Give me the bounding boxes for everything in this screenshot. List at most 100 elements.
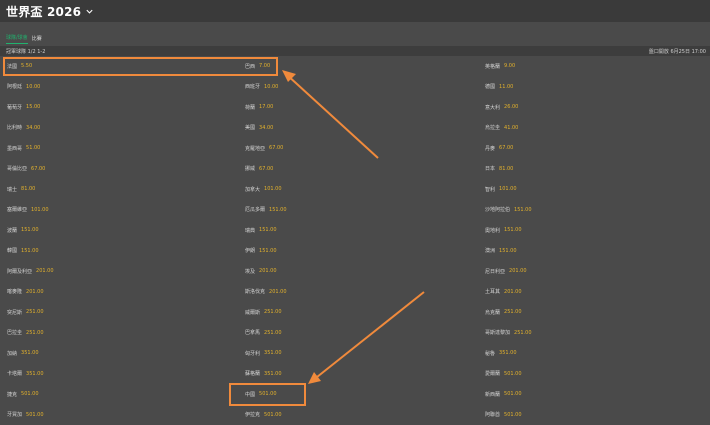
selection-cell[interactable]: 烏克蘭251.00 xyxy=(485,302,522,323)
odds-value[interactable]: 41.00 xyxy=(504,125,518,131)
selection-cell[interactable]: 突尼斯251.00 xyxy=(7,302,44,323)
selection-cell[interactable]: 阿聯酋501.00 xyxy=(485,405,522,425)
odds-value[interactable]: 151.00 xyxy=(514,207,532,213)
odds-value[interactable]: 201.00 xyxy=(509,268,527,274)
odds-value[interactable]: 151.00 xyxy=(499,248,517,254)
odds-value[interactable]: 251.00 xyxy=(26,309,44,315)
selection-cell[interactable]: 土耳其201.00 xyxy=(485,282,522,303)
odds-value[interactable]: 501.00 xyxy=(26,412,44,418)
selection-cell[interactable]: 牙買加501.00 xyxy=(7,405,44,425)
selection-cell[interactable]: 澳洲151.00 xyxy=(485,241,517,262)
selection-cell[interactable]: 卡塔爾351.00 xyxy=(7,364,44,385)
selection-cell[interactable]: 阿爾及利亞201.00 xyxy=(7,261,54,282)
selection-cell[interactable]: 蘇格蘭351.00 xyxy=(245,364,282,385)
selection-cell[interactable]: 德國11.00 xyxy=(485,77,513,98)
odds-value[interactable]: 151.00 xyxy=(21,248,39,254)
odds-value[interactable]: 9.00 xyxy=(504,63,515,69)
odds-value[interactable]: 11.00 xyxy=(499,84,513,90)
odds-value[interactable]: 501.00 xyxy=(504,371,522,377)
odds-value[interactable]: 201.00 xyxy=(259,268,277,274)
selection-cell[interactable]: 瑞典151.00 xyxy=(245,220,277,241)
odds-value[interactable]: 351.00 xyxy=(499,350,517,356)
odds-value[interactable]: 251.00 xyxy=(514,330,532,336)
odds-value[interactable]: 201.00 xyxy=(269,289,287,295)
selection-cell[interactable]: 丹麥67.00 xyxy=(485,138,513,159)
odds-value[interactable]: 501.00 xyxy=(21,391,39,397)
selection-cell[interactable]: 西班牙10.00 xyxy=(245,77,278,98)
selection-cell[interactable]: 比利時34.00 xyxy=(7,118,40,139)
selection-cell[interactable]: 哥斯達黎加251.00 xyxy=(485,323,532,344)
selection-cell[interactable]: 埃及201.00 xyxy=(245,261,277,282)
selection-cell[interactable]: 匈牙利351.00 xyxy=(245,343,282,364)
odds-value[interactable]: 34.00 xyxy=(259,125,273,131)
selection-cell[interactable]: 喀麥隆201.00 xyxy=(7,282,44,303)
odds-value[interactable]: 67.00 xyxy=(259,166,273,172)
odds-value[interactable]: 501.00 xyxy=(504,412,522,418)
tab-teams[interactable]: 球隊/球會 xyxy=(6,34,28,44)
odds-value[interactable]: 51.00 xyxy=(26,145,40,151)
odds-value[interactable]: 351.00 xyxy=(21,350,39,356)
odds-value[interactable]: 151.00 xyxy=(269,207,287,213)
odds-value[interactable]: 201.00 xyxy=(36,268,54,274)
odds-value[interactable]: 351.00 xyxy=(26,371,44,377)
selection-cell[interactable]: 巴拿馬251.00 xyxy=(245,323,282,344)
odds-value[interactable]: 67.00 xyxy=(31,166,45,172)
odds-value[interactable]: 17.00 xyxy=(259,104,273,110)
selection-cell[interactable]: 克羅地亞67.00 xyxy=(245,138,283,159)
selection-cell[interactable]: 智利101.00 xyxy=(485,179,517,200)
selection-cell[interactable]: 新西蘭501.00 xyxy=(485,384,522,405)
selection-cell[interactable]: 荷蘭17.00 xyxy=(245,97,273,118)
selection-cell[interactable]: 巴拉圭251.00 xyxy=(7,323,44,344)
odds-value[interactable]: 15.00 xyxy=(26,104,40,110)
selection-cell[interactable]: 哥倫比亞67.00 xyxy=(7,159,45,180)
selection-cell[interactable]: 塞爾維亞101.00 xyxy=(7,200,49,221)
odds-value[interactable]: 81.00 xyxy=(21,186,35,192)
odds-value[interactable]: 351.00 xyxy=(264,371,282,377)
odds-value[interactable]: 101.00 xyxy=(499,186,517,192)
selection-cell[interactable]: 秘魯351.00 xyxy=(485,343,517,364)
selection-cell[interactable]: 加拿大101.00 xyxy=(245,179,282,200)
odds-value[interactable]: 251.00 xyxy=(26,330,44,336)
odds-value[interactable]: 101.00 xyxy=(31,207,49,213)
selection-cell[interactable]: 加納351.00 xyxy=(7,343,39,364)
selection-cell[interactable]: 日本81.00 xyxy=(485,159,513,180)
odds-value[interactable]: 251.00 xyxy=(264,309,282,315)
selection-cell[interactable]: 意大利26.00 xyxy=(485,97,518,118)
odds-value[interactable]: 251.00 xyxy=(504,309,522,315)
odds-value[interactable]: 81.00 xyxy=(499,166,513,172)
selection-cell[interactable]: 瑞士81.00 xyxy=(7,179,35,200)
odds-value[interactable]: 251.00 xyxy=(264,330,282,336)
odds-value[interactable]: 501.00 xyxy=(504,391,522,397)
odds-value[interactable]: 151.00 xyxy=(504,227,522,233)
selection-cell[interactable]: 烏拉圭41.00 xyxy=(485,118,518,139)
odds-value[interactable]: 101.00 xyxy=(264,186,282,192)
selection-cell[interactable]: 阿根廷10.00 xyxy=(7,77,40,98)
chevron-down-icon[interactable] xyxy=(85,7,94,16)
odds-value[interactable]: 201.00 xyxy=(26,289,44,295)
odds-value[interactable]: 67.00 xyxy=(269,145,283,151)
odds-value[interactable]: 10.00 xyxy=(26,84,40,90)
odds-value[interactable]: 26.00 xyxy=(504,104,518,110)
selection-cell[interactable]: 愛爾蘭501.00 xyxy=(485,364,522,385)
selection-cell[interactable]: 沙地阿拉伯151.00 xyxy=(485,200,532,221)
odds-value[interactable]: 67.00 xyxy=(499,145,513,151)
selection-cell[interactable]: 伊拉克501.00 xyxy=(245,405,282,425)
selection-cell[interactable]: 尼日利亞201.00 xyxy=(485,261,527,282)
selection-cell[interactable]: 厄瓜多爾151.00 xyxy=(245,200,287,221)
selection-cell[interactable]: 捷克501.00 xyxy=(7,384,39,405)
selection-cell[interactable]: 墨西哥51.00 xyxy=(7,138,40,159)
selection-cell[interactable]: 波蘭151.00 xyxy=(7,220,39,241)
odds-value[interactable]: 151.00 xyxy=(259,227,277,233)
odds-value[interactable]: 501.00 xyxy=(264,412,282,418)
odds-value[interactable]: 151.00 xyxy=(259,248,277,254)
odds-value[interactable]: 151.00 xyxy=(21,227,39,233)
tab-matches[interactable]: 比賽 xyxy=(32,35,42,44)
selection-cell[interactable]: 韓國151.00 xyxy=(7,241,39,262)
odds-value[interactable]: 351.00 xyxy=(264,350,282,356)
selection-cell[interactable]: 挪威67.00 xyxy=(245,159,273,180)
selection-cell[interactable]: 美國34.00 xyxy=(245,118,273,139)
selection-cell[interactable]: 英格蘭9.00 xyxy=(485,56,515,77)
odds-value[interactable]: 201.00 xyxy=(504,289,522,295)
selection-cell[interactable]: 奧地利151.00 xyxy=(485,220,522,241)
selection-cell[interactable]: 葡萄牙15.00 xyxy=(7,97,40,118)
